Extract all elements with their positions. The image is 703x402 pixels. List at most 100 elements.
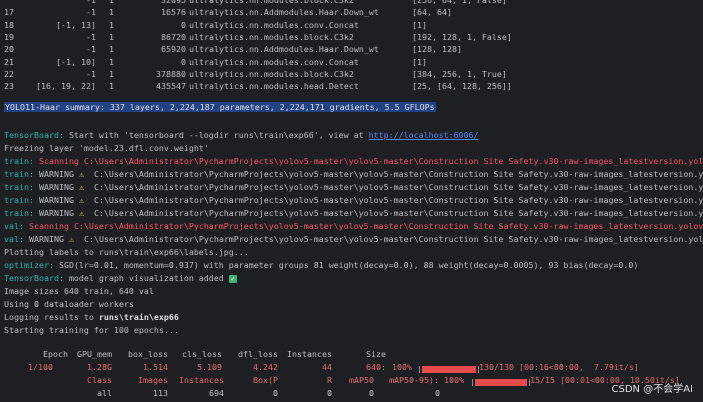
- optimizer-prefix: optimizer:: [4, 260, 59, 270]
- warning-label: WARNING: [38, 182, 74, 192]
- layer-from: [16, 19, 22]: [36, 81, 96, 92]
- train-header-cell: dfl_loss: [238, 349, 278, 359]
- train-scan-text: Scanning C:\Users\Administrator\PycharmP…: [38, 156, 703, 166]
- val-header-cell: Class: [87, 375, 112, 385]
- train-row-cell: 44: [322, 362, 332, 372]
- val-progress-fill: [475, 379, 527, 386]
- layer-args: [25, [64, 128, 256]]: [412, 81, 512, 92]
- layer-params: 378880: [156, 68, 186, 79]
- layer-args: [128, 128]: [412, 44, 462, 55]
- layer-index: 22: [4, 68, 14, 79]
- warning-icon: ⚠: [78, 208, 84, 218]
- layer-index: 21: [4, 56, 14, 67]
- train-header-cell: Instances: [287, 349, 332, 359]
- layer-n: 1: [109, 44, 114, 55]
- starting-line: Starting training for 100 epochs...: [4, 325, 179, 335]
- train-warning-path[interactable]: C:\Users\Administrator\PycharmProjects\y…: [94, 195, 703, 205]
- train-row-cell: 1.514: [143, 362, 168, 372]
- layer-row: 18 [-1, 13] 1 0 ultralytics.nn.modules.conv.…: [4, 19, 703, 31]
- layer-n: 1: [109, 0, 114, 5]
- layer-args: [64, 64]: [412, 7, 452, 18]
- layer-module: ultralytics.nn.Addmodules.Haar.Down_wt: [189, 44, 379, 55]
- layer-from: -1: [86, 44, 96, 55]
- layer-row: -1 1 32095 ultralytics.nn.modules.block.C3k…: [4, 0, 703, 6]
- layer-from: -1: [86, 68, 96, 79]
- layer-index: 18: [4, 19, 14, 30]
- layer-row: 20 -1 1 65920 ultralytics.nn.Addmodules.Haar…: [4, 43, 703, 55]
- layer-params: 0: [181, 56, 186, 67]
- val-row-cell: all: [97, 388, 112, 398]
- tensorboard-prefix: TensorBoard:: [4, 273, 69, 283]
- val-row-cell: 0: [327, 388, 332, 398]
- train-row-cell: 1/100: [28, 362, 53, 372]
- train-header-cell: cls_loss: [182, 349, 222, 359]
- train-header-cell: box_loss: [128, 349, 168, 359]
- layer-params: 0: [181, 19, 186, 30]
- optimizer-line: optimizer: SGD(lr=0.01, momentum=0.937) …: [4, 259, 703, 271]
- layer-n: 1: [109, 81, 114, 92]
- val-row-cell: 0: [273, 388, 278, 398]
- model-summary-selected[interactable]: YOLO11-Haar summary: 337 layers, 2,224,1…: [4, 102, 436, 112]
- logging-line: Logging results to runs\train\exp66: [4, 311, 703, 323]
- train-prefix: train:: [4, 208, 39, 218]
- optimizer-text: SGD(lr=0.01, momentum=0.937) with parame…: [58, 260, 639, 270]
- tensorboard-prefix: TensorBoard:: [4, 130, 69, 140]
- layer-index: 23: [4, 81, 14, 92]
- warning-label: WARNING: [38, 169, 74, 179]
- warning-icon: ⚠: [78, 169, 84, 179]
- layer-from: [-1, 10]: [56, 56, 96, 67]
- train-header-cell: Epoch: [43, 349, 68, 359]
- tensorboard-link[interactable]: http://localhost:6006/: [369, 130, 479, 140]
- train-prefix: train:: [4, 156, 39, 166]
- train-warning-line-1: train: WARNING ⚠ C:\Users\Administrator\…: [4, 168, 703, 180]
- train-warning-path[interactable]: C:\Users\Administrator\PycharmProjects\y…: [94, 208, 703, 218]
- val-scan-line: val: Scanning C:\Users\Administrator\Pyc…: [4, 220, 703, 232]
- tb-graph-line: TensorBoard: model graph visualization a…: [4, 272, 703, 284]
- val-header-cell: mAP50-95): 100%: [389, 375, 464, 385]
- layer-args: [384, 256, 1, True]: [412, 68, 507, 79]
- train-warning-path[interactable]: C:\Users\Administrator\PycharmProjects\y…: [94, 182, 703, 192]
- warning-label: WARNING: [38, 195, 74, 205]
- val-prefix: val:: [4, 221, 29, 231]
- train-count: 130/130 [00:16<00:00, 7.79it/s]: [479, 362, 639, 372]
- val-row-cell: 0: [369, 388, 374, 398]
- train-header-line: Epoch GPU_mem box_loss cls_loss dfl_loss Inst…: [4, 348, 703, 360]
- logging-path[interactable]: runs\train\exp66: [99, 312, 179, 322]
- train-warning-line-4: train: WARNING ⚠ C:\Users\Administrator\…: [4, 207, 703, 219]
- layer-params: 65920: [161, 44, 186, 55]
- dataloader-line: Using 0 dataloader workers: [4, 299, 134, 309]
- layer-n: 1: [109, 68, 114, 79]
- layer-index: 19: [4, 31, 14, 42]
- warning-icon: ⚠: [68, 234, 74, 244]
- layer-args: [256, 64, 1, False]: [412, 0, 507, 5]
- layer-index: 17: [4, 7, 14, 18]
- layer-params: 16576: [161, 7, 186, 18]
- val-header-cell: Images: [138, 375, 168, 385]
- train-row-cell: 5.109: [197, 362, 222, 372]
- layer-index: 20: [4, 44, 14, 55]
- check-icon: ✓: [228, 274, 237, 283]
- layer-row: 22 -1 1 378880 ultralytics.nn.modules.block.…: [4, 68, 703, 80]
- layer-args: [1]: [412, 19, 427, 30]
- val-warning-path[interactable]: C:\Users\Administrator\PycharmProjects\y…: [84, 234, 703, 244]
- train-warning-line-2: train: WARNING ⚠ C:\Users\Administrator\…: [4, 181, 703, 193]
- warning-icon: ⚠: [78, 195, 84, 205]
- layer-row: 23 [16, 19, 22] 1 435547 ultralytics.nn.modu…: [4, 80, 703, 92]
- train-prefix: train:: [4, 182, 39, 192]
- warning-label: WARNING: [28, 234, 64, 244]
- tensorboard-line: TensorBoard: Start with 'tensorboard --l…: [4, 129, 703, 141]
- train-warning-path[interactable]: C:\Users\Administrator\PycharmProjects\y…: [94, 169, 703, 179]
- plotting-line: Plotting labels to runs\train\exp66\labe…: [4, 247, 249, 257]
- train-row-cell: 4.242: [253, 362, 278, 372]
- layer-module: ultralytics.nn.modules.head.Detect: [189, 81, 359, 92]
- layer-row: 17 -1 1 16576 ultralytics.nn.Addmodules.Haar…: [4, 6, 703, 18]
- warning-icon: ⚠: [78, 182, 84, 192]
- train-prefix: train:: [4, 195, 39, 205]
- val-row-cell: 113: [153, 388, 168, 398]
- train-header-cell: Size: [366, 349, 386, 359]
- layer-module: ultralytics.nn.Addmodules.Haar.Down_wt: [189, 7, 379, 18]
- val-header-cell: R: [327, 375, 332, 385]
- train-warning-line-3: train: WARNING ⚠ C:\Users\Administrator\…: [4, 194, 703, 206]
- layer-module: ultralytics.nn.modules.conv.Concat: [189, 56, 359, 67]
- val-prefix: val:: [4, 234, 29, 244]
